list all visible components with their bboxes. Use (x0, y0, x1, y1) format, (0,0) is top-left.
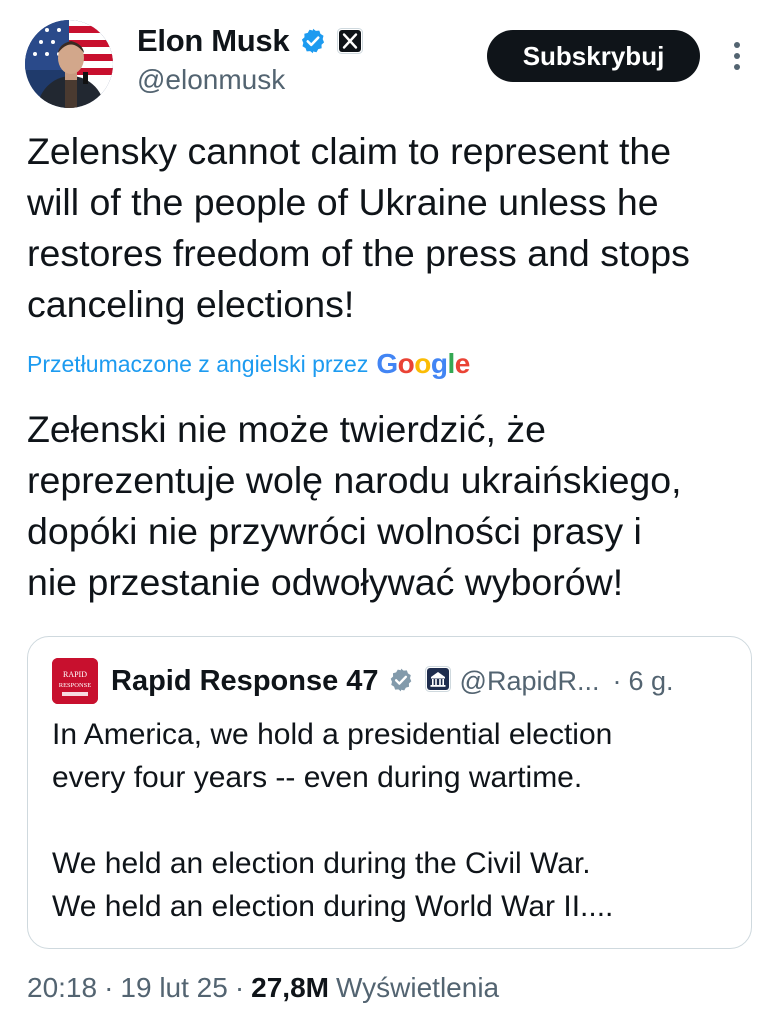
translation-attribution[interactable]: Przetłumaczone z angielski przez Google (27, 344, 470, 384)
quote-verified-badge-icon (388, 667, 416, 695)
x-logo-icon (337, 28, 364, 54)
white-house-icon (424, 665, 451, 697)
verified-badge-icon (299, 27, 327, 55)
author-name-row: Elon Musk (137, 20, 364, 62)
quote-separator: · (612, 665, 622, 696)
quote-avatar-text-1: RAPID (63, 670, 87, 679)
views-count: 27,8M (251, 972, 329, 1003)
author-display-name[interactable]: Elon Musk (137, 23, 290, 59)
meta-separator: · (104, 972, 114, 1003)
quote-display-name[interactable]: Rapid Response 47 (111, 665, 379, 698)
views-label: Wyświetlenia (335, 972, 500, 1003)
tweet-body-text: Zelensky cannot claim to represent the w… (27, 130, 690, 325)
quote-timestamp[interactable]: 6 g. (629, 666, 674, 697)
translation-label: Przetłumaczone z angielski przez (27, 350, 369, 377)
tweet-time[interactable]: 20:18 (27, 972, 97, 1004)
author-avatar[interactable] (25, 20, 113, 108)
tweet-date[interactable]: 19 lut 25 (120, 972, 227, 1004)
quoted-tweet-card[interactable]: RAPID RESPONSE Rapid Response 47 @RapidR… (27, 636, 752, 949)
quote-avatar-text-2: RESPONSE (59, 682, 92, 689)
tweet-meta: 20:18 · 19 lut 25 · 27,8M Wyświetlenia (27, 968, 499, 1008)
author-handle[interactable]: @elonmusk (137, 64, 285, 96)
quote-body-text: In America, we hold a presidential elect… (52, 718, 614, 923)
translated-body-text: Zełenski nie może twierdzić, że reprezen… (27, 408, 682, 603)
quote-avatar[interactable]: RAPID RESPONSE (52, 658, 98, 704)
more-vertical-icon[interactable] (722, 36, 752, 76)
quote-handle[interactable]: @RapidR... (460, 666, 600, 697)
quote-header: RAPID RESPONSE Rapid Response 47 @RapidR… (52, 658, 674, 704)
google-logo: Google (376, 348, 470, 379)
meta-separator: · (234, 972, 245, 1003)
subscribe-button[interactable]: Subskrybuj (487, 30, 700, 82)
tweet-header: Elon Musk @elonmusk Subskrybuj (0, 0, 778, 120)
